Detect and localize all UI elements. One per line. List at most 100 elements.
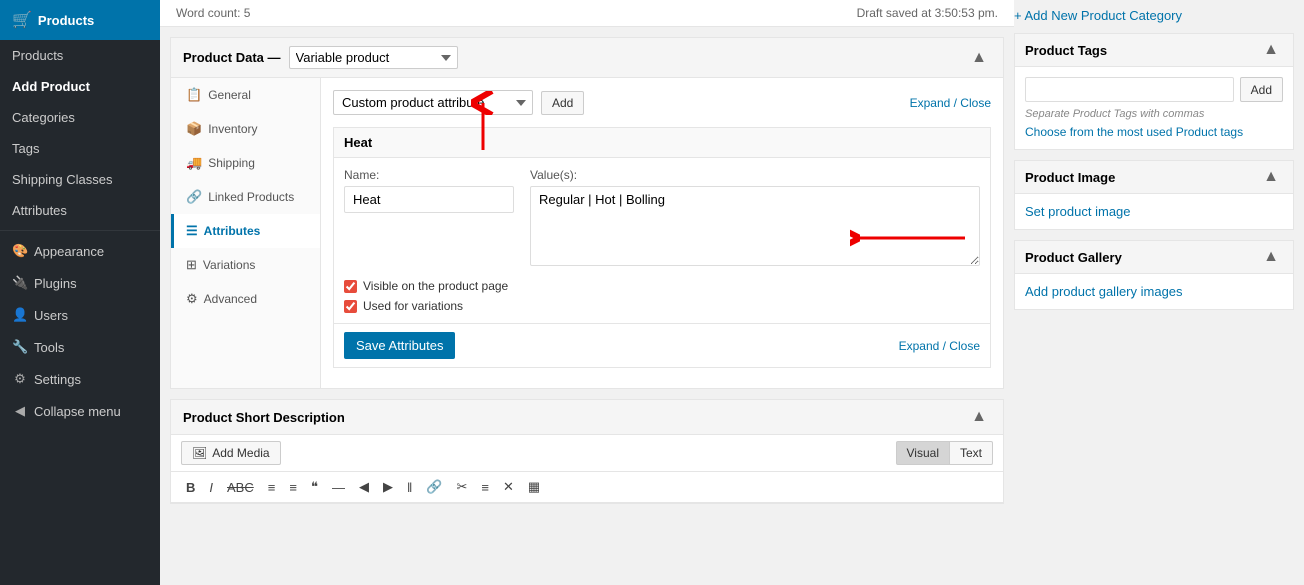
- product-tags-add-button[interactable]: Add: [1240, 77, 1283, 102]
- appearance-icon: 🎨: [12, 243, 28, 259]
- editor-hr-btn[interactable]: —: [327, 478, 350, 497]
- product-data-collapse-btn[interactable]: ▲: [967, 49, 991, 67]
- sidebar-item-attributes[interactable]: Attributes: [0, 195, 160, 226]
- products-icon: 🛒: [12, 10, 32, 30]
- sidebar-label-tags: Tags: [12, 141, 39, 156]
- attribute-name-label: Name:: [344, 168, 514, 182]
- product-tags-collapse-btn[interactable]: ▲: [1259, 41, 1283, 59]
- attribute-add-button[interactable]: Add: [541, 91, 584, 115]
- sidebar-item-collapse[interactable]: ◀ Collapse menu: [0, 395, 160, 427]
- expand-close-top-link[interactable]: Expand / Close: [910, 96, 991, 110]
- tab-advanced[interactable]: ⚙ Advanced: [171, 282, 320, 316]
- sidebar-label-shipping-classes: Shipping Classes: [12, 172, 112, 187]
- product-type-select[interactable]: Variable product Simple product Grouped …: [289, 46, 458, 69]
- attributes-tab-icon: ☰: [186, 223, 198, 239]
- save-attributes-button[interactable]: Save Attributes: [344, 332, 455, 359]
- sidebar-item-settings[interactable]: ⚙ Settings: [0, 363, 160, 395]
- editor-indent-btn[interactable]: ≡: [476, 478, 494, 497]
- add-media-icon: 🖼: [192, 446, 207, 460]
- sidebar-label-collapse: Collapse menu: [34, 404, 121, 419]
- product-image-header: Product Image ▲: [1015, 161, 1293, 194]
- general-tab-icon: 📋: [186, 87, 202, 103]
- attribute-type-select[interactable]: Custom product attribute: [333, 90, 533, 115]
- editor-align-left-btn[interactable]: ◀: [354, 477, 374, 497]
- editor-ul-btn[interactable]: ≡: [263, 478, 281, 497]
- product-tags-input-row: Add: [1025, 77, 1283, 102]
- tab-linked-products[interactable]: 🔗 Linked Products: [171, 180, 320, 214]
- tab-shipping[interactable]: 🚚 Shipping: [171, 146, 320, 180]
- editor-bold-btn[interactable]: B: [181, 478, 200, 497]
- sidebar-item-tags[interactable]: Tags: [0, 133, 160, 164]
- editor-link-btn[interactable]: 🔗: [421, 477, 447, 497]
- set-product-image-link[interactable]: Set product image: [1025, 204, 1131, 219]
- short-description-title: Product Short Description: [183, 410, 345, 425]
- inventory-tab-icon: 📦: [186, 121, 202, 137]
- product-image-collapse-btn[interactable]: ▲: [1259, 168, 1283, 186]
- product-tags-input[interactable]: [1025, 77, 1234, 102]
- sidebar-header[interactable]: 🛒 Products: [0, 0, 160, 40]
- editor-align-center-btn[interactable]: ▶: [378, 477, 398, 497]
- add-media-button[interactable]: 🖼 Add Media: [181, 441, 281, 465]
- linked-products-tab-icon: 🔗: [186, 189, 202, 205]
- sidebar-label-appearance: Appearance: [34, 244, 104, 259]
- editor-unlink-btn[interactable]: ✂: [452, 477, 473, 497]
- sidebar-label-add-product: Add Product: [12, 79, 90, 94]
- product-image-body: Set product image: [1015, 194, 1293, 229]
- text-tab[interactable]: Text: [950, 441, 993, 465]
- attribute-name-field: Name:: [344, 168, 514, 269]
- short-description-collapse-btn[interactable]: ▲: [967, 408, 991, 426]
- tab-variations[interactable]: ⊞ Variations: [171, 248, 320, 282]
- tab-attributes[interactable]: ☰ Attributes: [171, 214, 320, 248]
- attribute-values-textarea[interactable]: Regular | Hot | Bolling: [530, 186, 980, 266]
- editor-fullscreen-btn[interactable]: ✕: [498, 477, 519, 497]
- main-content: Word count: 5 Draft saved at 3:50:53 pm.…: [160, 0, 1014, 585]
- expand-close-bottom-link[interactable]: Expand / Close: [899, 339, 980, 353]
- tab-variations-label: Variations: [203, 258, 255, 272]
- visual-tab[interactable]: Visual: [896, 441, 950, 465]
- sidebar-item-appearance[interactable]: 🎨 Appearance: [0, 235, 160, 267]
- add-gallery-images-link[interactable]: Add product gallery images: [1025, 284, 1183, 299]
- sidebar-item-plugins[interactable]: 🔌 Plugins: [0, 267, 160, 299]
- editor-blockquote-btn[interactable]: ❝: [306, 477, 323, 497]
- sidebar-item-shipping-classes[interactable]: Shipping Classes: [0, 164, 160, 195]
- sidebar-item-categories[interactable]: Categories: [0, 102, 160, 133]
- used-for-variations-label: Used for variations: [363, 299, 463, 313]
- draft-saved-text: Draft saved at 3:50:53 pm.: [857, 6, 998, 20]
- attribute-name-input[interactable]: [344, 186, 514, 213]
- editor-italic-btn[interactable]: I: [204, 478, 218, 497]
- product-image-title: Product Image: [1025, 170, 1115, 185]
- editor-table-btn[interactable]: ▦: [523, 477, 545, 497]
- editor-ol-btn[interactable]: ≡: [284, 478, 302, 497]
- tab-general[interactable]: 📋 General: [171, 78, 320, 112]
- product-gallery-collapse-btn[interactable]: ▲: [1259, 248, 1283, 266]
- tab-inventory[interactable]: 📦 Inventory: [171, 112, 320, 146]
- attributes-top-bar: Custom product attribute Add Expand / Cl…: [333, 90, 991, 115]
- sidebar-label-users: Users: [34, 308, 68, 323]
- visible-on-page-checkbox[interactable]: [344, 280, 357, 293]
- tab-attributes-label: Attributes: [204, 224, 261, 238]
- product-data-title: Product Data —: [183, 50, 281, 65]
- used-for-variations-checkbox[interactable]: [344, 300, 357, 313]
- product-gallery-body: Add product gallery images: [1015, 274, 1293, 309]
- tab-general-label: General: [208, 88, 251, 102]
- sidebar-item-users[interactable]: 👤 Users: [0, 299, 160, 331]
- editor-strikethrough-btn[interactable]: ABC: [222, 478, 259, 497]
- short-description-toolbar: 🖼 Add Media Visual Text: [171, 435, 1003, 472]
- product-tags-most-used-link[interactable]: Choose from the most used Product tags: [1025, 125, 1243, 139]
- sidebar-item-tools[interactable]: 🔧 Tools: [0, 331, 160, 363]
- sidebar-label-categories: Categories: [12, 110, 75, 125]
- attribute-checkboxes: Visible on the product page Used for var…: [344, 279, 980, 313]
- sidebar-header-label: Products: [38, 13, 94, 28]
- add-new-category-link[interactable]: + Add New Product Category: [1014, 8, 1182, 23]
- attribute-block: Heat Name: Value(s): Regular | Hot | Bol…: [333, 127, 991, 368]
- attribute-fields: Name: Value(s): Regular | Hot | Bolling: [344, 168, 980, 269]
- sidebar: 🛒 Products Products Add Product Categori…: [0, 0, 160, 585]
- tab-shipping-label: Shipping: [208, 156, 255, 170]
- product-gallery-title: Product Gallery: [1025, 250, 1122, 265]
- tools-icon: 🔧: [12, 339, 28, 355]
- tab-advanced-label: Advanced: [204, 292, 257, 306]
- sidebar-item-add-product[interactable]: Add Product: [0, 71, 160, 102]
- editor-align-right-btn[interactable]: ‖: [402, 478, 417, 497]
- sidebar-item-products[interactable]: Products: [0, 40, 160, 71]
- right-sidebar: + Add New Product Category Product Tags …: [1014, 0, 1304, 585]
